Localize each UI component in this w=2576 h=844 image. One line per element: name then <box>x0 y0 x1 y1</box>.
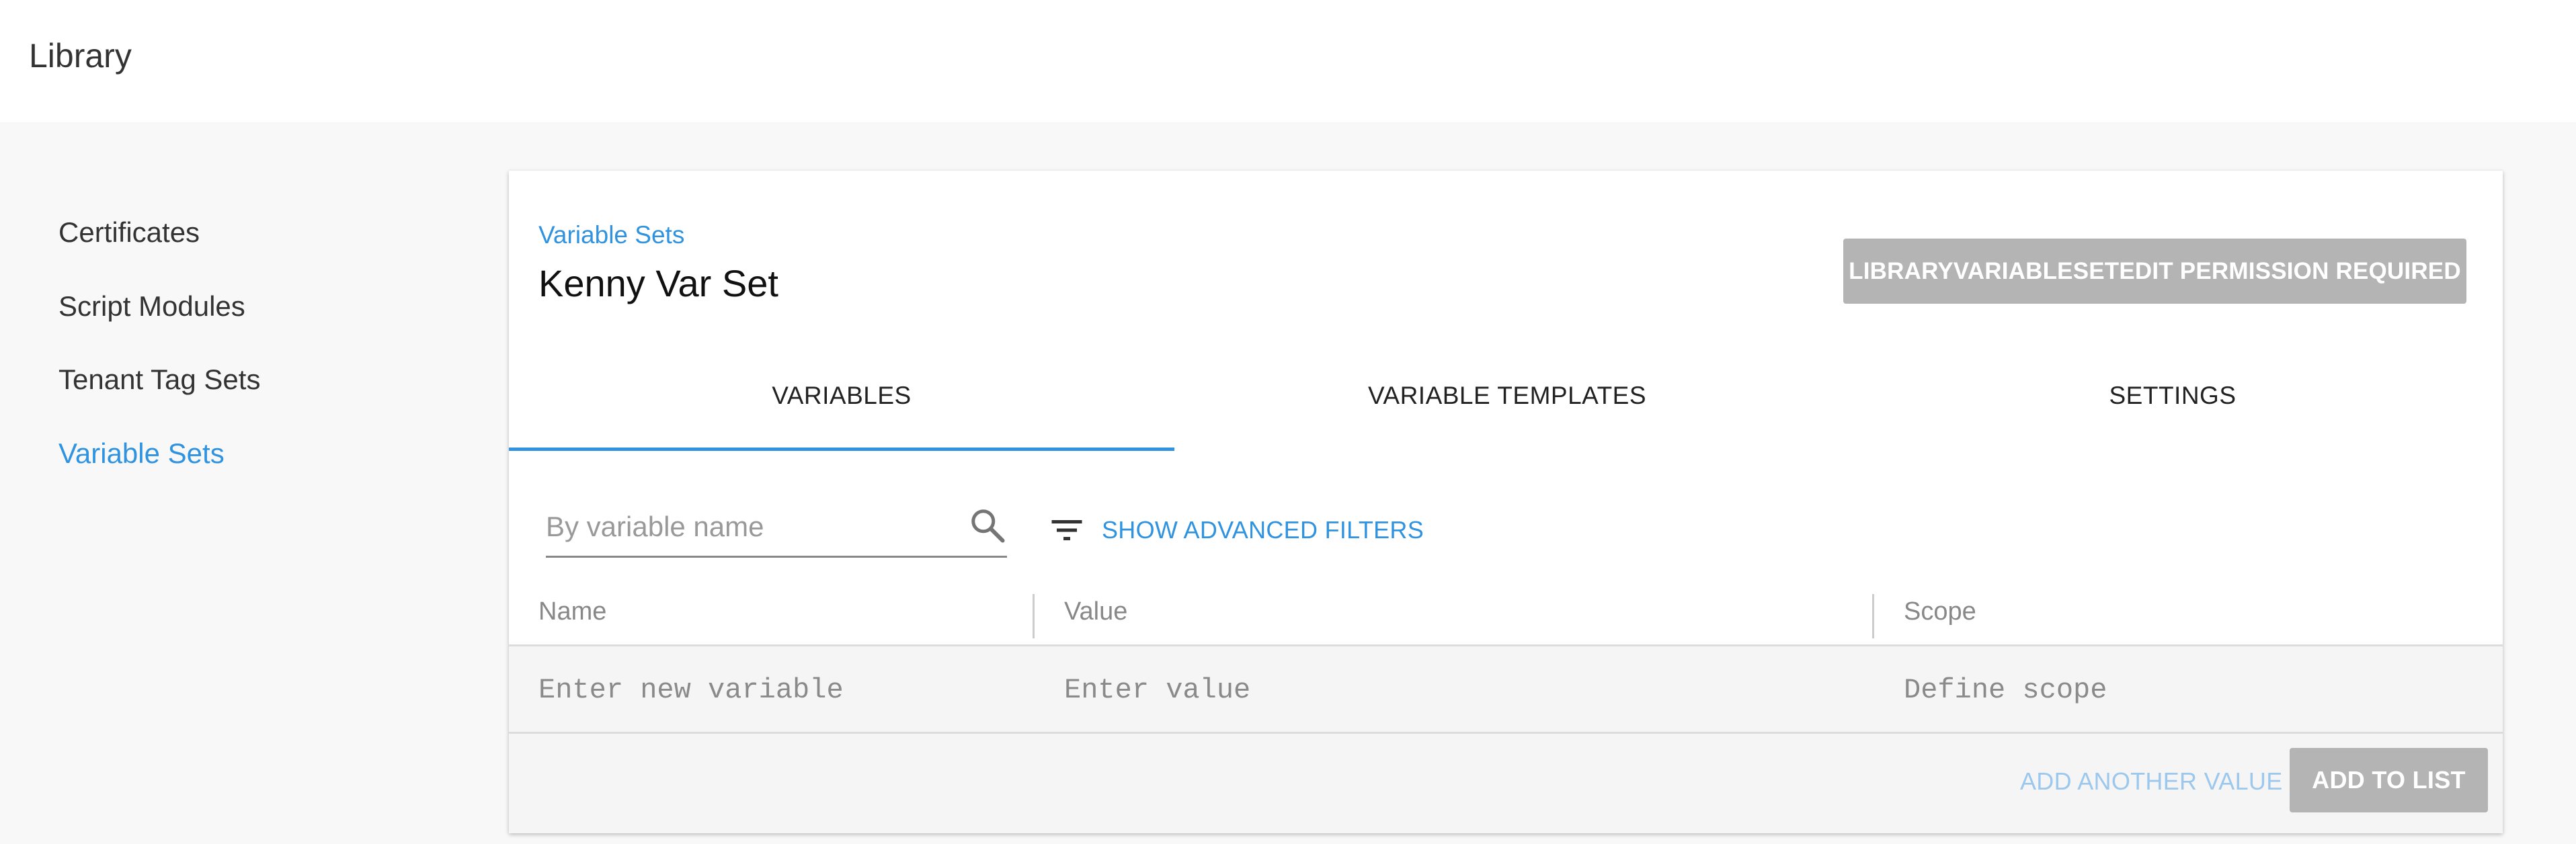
active-tab-indicator <box>509 448 1174 451</box>
filter-list-icon <box>1051 520 1082 540</box>
show-advanced-filters-button[interactable]: SHOW ADVANCED FILTERS <box>1047 510 1424 550</box>
search-icon[interactable] <box>967 505 1008 546</box>
column-header-name: Name <box>538 597 607 626</box>
search-field <box>546 500 1007 558</box>
sidebar-item-script-modules[interactable]: Script Modules <box>58 290 245 323</box>
add-to-list-button[interactable]: ADD TO LIST <box>2290 748 2488 812</box>
sidebar-item-variable-sets[interactable]: Variable Sets <box>58 437 225 470</box>
page-title: Kenny Var Set <box>538 262 778 304</box>
column-resize-handle[interactable] <box>1872 594 1874 638</box>
column-resize-handle[interactable] <box>1033 594 1035 638</box>
variable-set-card: Variable Sets Kenny Var Set LIBRARYVARIA… <box>509 171 2503 833</box>
add-another-value-button[interactable]: ADD ANOTHER VALUE <box>2020 767 2283 796</box>
new-variable-value-input[interactable] <box>1064 667 1857 714</box>
breadcrumb-variable-sets[interactable]: Variable Sets <box>538 221 684 249</box>
sidebar: Certificates Script Modules Tenant Tag S… <box>0 122 509 844</box>
new-variable-scope-input[interactable] <box>1904 667 2482 714</box>
sidebar-item-certificates[interactable]: Certificates <box>58 216 200 249</box>
show-advanced-filters-label: SHOW ADVANCED FILTERS <box>1102 516 1424 544</box>
row-actions: ADD ANOTHER VALUE ADD TO LIST <box>509 734 2503 833</box>
new-variable-name-input[interactable] <box>538 667 1022 714</box>
top-bar: Library <box>0 0 2576 122</box>
tab-settings[interactable]: SETTINGS <box>1840 371 2505 421</box>
new-variable-row <box>509 646 2503 734</box>
column-header-value: Value <box>1064 597 1128 626</box>
tab-variables[interactable]: VARIABLES <box>509 371 1174 421</box>
column-header-scope: Scope <box>1904 597 1976 626</box>
permission-required-button[interactable]: LIBRARYVARIABLESETEDIT PERMISSION REQUIR… <box>1843 239 2466 304</box>
tab-variable-templates[interactable]: VARIABLE TEMPLATES <box>1174 371 1840 421</box>
app-title: Library <box>29 37 132 75</box>
search-input[interactable] <box>546 507 949 547</box>
sidebar-item-tenant-tag-sets[interactable]: Tenant Tag Sets <box>58 364 260 396</box>
